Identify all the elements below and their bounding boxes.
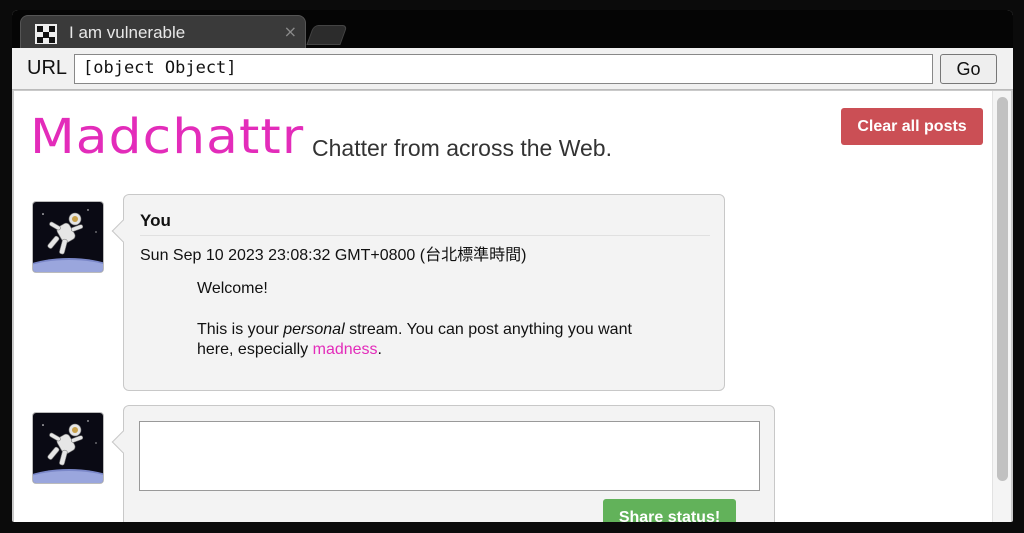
tab-strip: I am vulnerable × xyxy=(12,10,1013,48)
post-line-stream: This is your personal stream. You can po… xyxy=(197,321,632,358)
post-divider xyxy=(140,235,710,236)
site-logo: Madchattr xyxy=(30,109,305,165)
clear-all-posts-button[interactable]: Clear all posts xyxy=(841,108,983,145)
compose-box: Share status! xyxy=(111,405,775,522)
post-line-welcome: Welcome! xyxy=(197,280,268,297)
site-tagline: Chatter from across the Web. xyxy=(312,135,612,161)
browser-tab[interactable]: I am vulnerable × xyxy=(20,15,306,48)
status-textarea[interactable] xyxy=(139,421,760,491)
share-status-button[interactable]: Share status! xyxy=(603,499,736,522)
favicon-icon xyxy=(35,24,57,44)
address-bar: URL [object Object] Go xyxy=(12,48,1013,90)
status-post: You Sun Sep 10 2023 23:08:32 GMT+0800 (台… xyxy=(111,194,725,391)
tab-title: I am vulnerable xyxy=(69,23,186,42)
go-button[interactable]: Go xyxy=(940,54,997,84)
avatar xyxy=(32,412,104,484)
tab-close-icon[interactable]: × xyxy=(284,24,297,40)
avatar xyxy=(32,201,104,273)
page-content: Madchattr Chatter from across the Web. C… xyxy=(14,91,1011,522)
astronaut-avatar-icon xyxy=(33,413,103,483)
url-label: URL xyxy=(27,57,68,79)
scrollbar-thumb[interactable] xyxy=(997,97,1008,481)
astronaut-avatar-icon xyxy=(33,202,103,272)
post-author: You xyxy=(140,211,171,230)
madness-link[interactable]: madness xyxy=(313,341,378,358)
scrollbar[interactable] xyxy=(992,91,1011,522)
post-timestamp: Sun Sep 10 2023 23:08:32 GMT+0800 (台北標準時… xyxy=(140,247,527,264)
post-body: Welcome! This is your personal stream. Y… xyxy=(197,279,667,381)
new-tab-button[interactable] xyxy=(306,25,348,45)
url-input[interactable]: [object Object] xyxy=(74,54,933,84)
bubble-tip xyxy=(111,430,135,454)
browser-window: I am vulnerable × URL [object Object] Go… xyxy=(12,10,1013,522)
bubble-tip xyxy=(111,219,135,243)
